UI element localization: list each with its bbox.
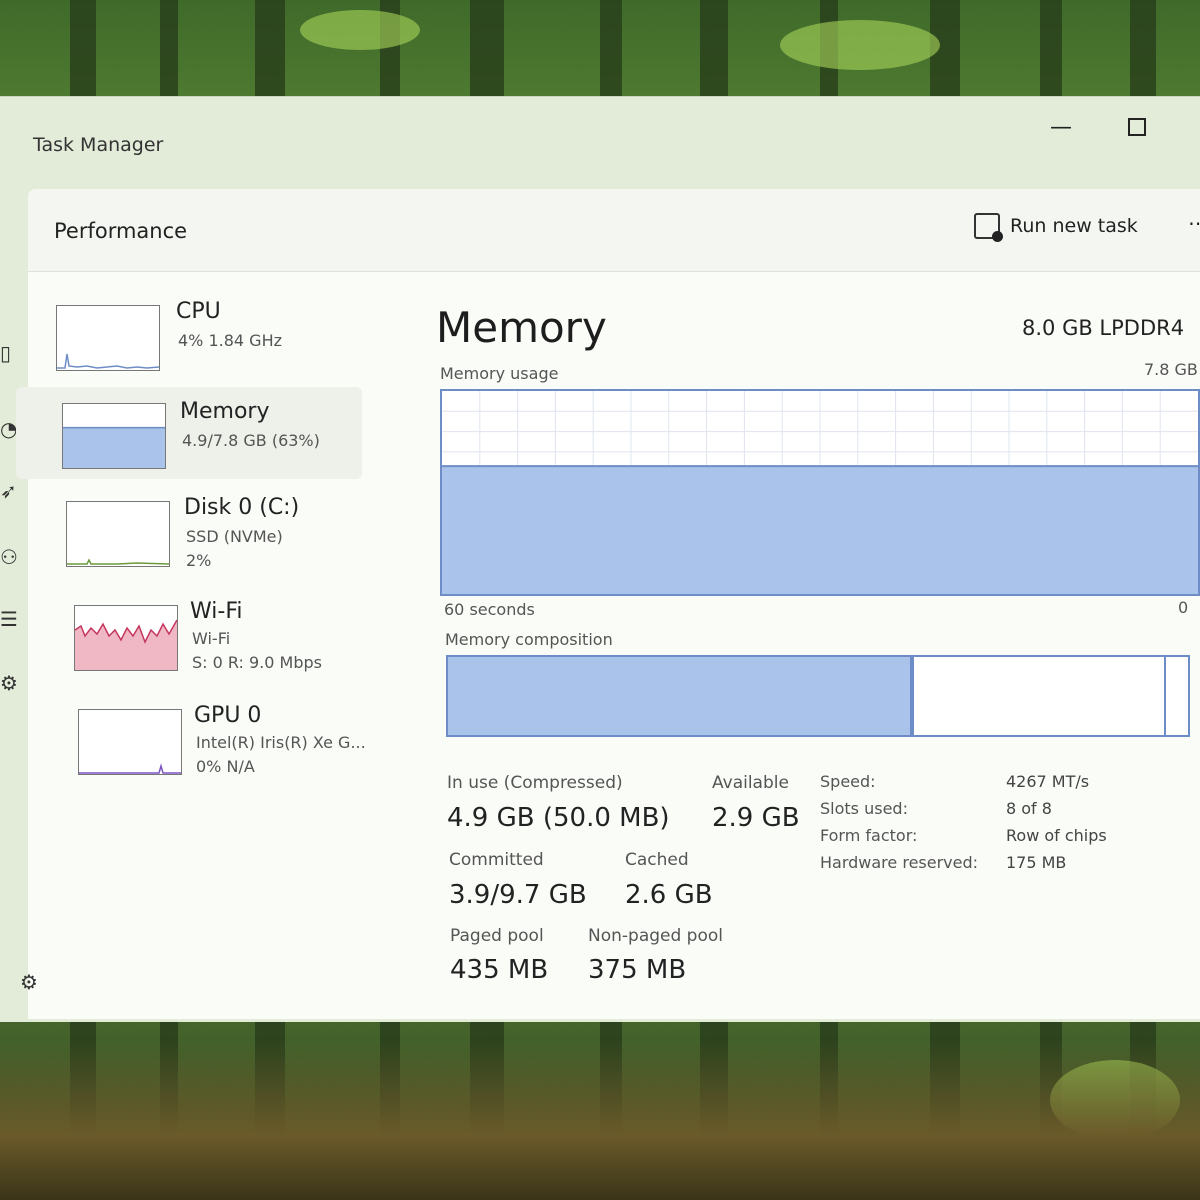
cached-value: 2.6 GB [625,880,713,910]
sidebar-item-label: CPU [176,299,221,324]
time-span-label: 60 seconds [444,600,535,619]
maximize-button[interactable] [1117,107,1157,147]
settings-icon[interactable]: ⚙ [20,970,38,994]
run-new-task-button[interactable]: Run new task [974,211,1138,242]
speed-label: Speed: [820,772,876,791]
memory-composition-label: Memory composition [445,630,613,649]
sidebar-item-detail: S: 0 R: 9.0 Mbps [192,653,322,672]
minimize-icon: — [1050,114,1072,140]
main-title: Memory [436,303,607,352]
maximize-icon [1128,118,1146,136]
memory-spec: 8.0 GB LPDDR4 [1022,316,1185,340]
sidebar-item-disk[interactable]: Disk 0 (C:) SSD (NVMe) 2% [16,489,362,581]
available-value: 2.9 GB [712,803,800,833]
available-label: Available [712,773,789,793]
sidebar-item-detail: 0% N/A [196,757,255,776]
wifi-thumbnail-graph [74,605,178,671]
in-use-value: 4.9 GB (50.0 MB) [447,803,670,833]
slots-used-label: Slots used: [820,799,908,818]
sidebar-item-cpu[interactable]: CPU 4% 1.84 GHz [16,291,362,383]
memory-usage-area [442,466,1198,594]
form-factor-value: Row of chips [1006,826,1107,845]
paged-pool-label: Paged pool [450,926,544,946]
title-bar[interactable]: Task Manager — [0,97,1200,187]
hardware-reserved-value: 175 MB [1006,853,1067,872]
more-options-button[interactable]: ⋯ [1188,211,1200,235]
committed-label: Committed [449,850,544,870]
sidebar-item-detail: 4.9/7.8 GB (63%) [182,431,320,450]
memory-usage-graph [440,389,1200,596]
memory-thumbnail-graph [62,403,166,469]
sidebar-item-wifi[interactable]: Wi-Fi Wi-Fi S: 0 R: 9.0 Mbps [16,593,362,685]
sidebar-item-detail: SSD (NVMe) [186,527,283,546]
slots-used-value: 8 of 8 [1006,799,1052,818]
minimize-button[interactable]: — [1041,107,1081,147]
cached-label: Cached [625,850,689,870]
run-new-task-label: Run new task [1010,215,1138,237]
sidebar-item-detail: Wi-Fi [192,629,231,648]
gpu-thumbnail-graph [78,709,182,775]
sidebar-item-label: Memory [180,399,270,424]
sidebar-item-memory[interactable]: Memory 4.9/7.8 GB (63%) [16,387,362,479]
form-factor-label: Form factor: [820,826,918,845]
sidebar-item-label: Wi-Fi [190,599,243,624]
page-title: Performance [54,219,188,243]
disk-thumbnail-graph [66,501,170,567]
cpu-thumbnail-graph [56,305,160,371]
memory-usage-max: 7.8 GB [1144,360,1198,379]
paged-pool-value: 435 MB [450,955,549,985]
composition-in-use [448,657,914,735]
sidebar-item-detail: 2% [186,551,212,570]
sidebar-item-detail: 4% 1.84 GHz [178,331,283,350]
sidebar-item-label: Disk 0 (C:) [184,495,300,520]
memory-usage-label: Memory usage [440,364,559,383]
non-paged-pool-value: 375 MB [588,955,687,985]
app-title: Task Manager [33,134,164,156]
committed-value: 3.9/9.7 GB [449,880,587,910]
non-paged-pool-label: Non-paged pool [588,926,723,946]
panel-header: Performance Run new task ⋯ [28,189,1200,272]
sidebar-item-label: GPU 0 [194,703,262,728]
composition-available [914,657,1166,735]
run-task-icon [974,213,1003,242]
speed-value: 4267 MT/s [1006,772,1090,791]
hardware-reserved-label: Hardware reserved: [820,853,979,872]
in-use-label: In use (Compressed) [447,773,623,793]
usage-min-label: 0 [1178,598,1189,617]
memory-usage-chart [442,391,1198,594]
sidebar-item-gpu[interactable]: GPU 0 Intel(R) Iris(R) Xe G... 0% N/A [16,695,366,787]
sidebar-item-detail: Intel(R) Iris(R) Xe G... [196,733,366,752]
memory-composition-bar [446,655,1190,737]
